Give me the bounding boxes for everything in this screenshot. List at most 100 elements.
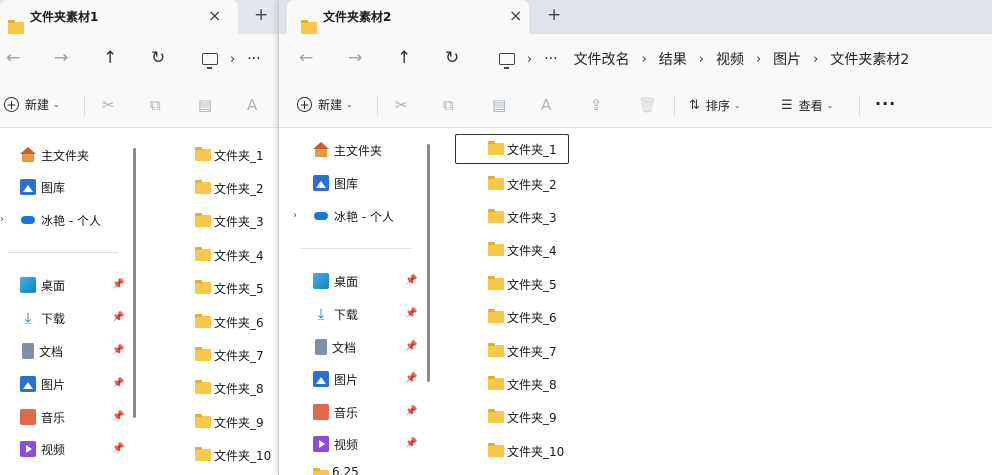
folder-item[interactable]: 文件夹_10 [488, 436, 564, 466]
sidebar-item-downloads[interactable]: ⤓ 下载 [20, 307, 65, 329]
sidebar-item-music[interactable]: 音乐 [313, 401, 358, 423]
sidebar-item-onedrive[interactable]: 冰艳 - 个人 [313, 205, 394, 227]
pin-icon[interactable]: 📌 [405, 308, 417, 319]
folder-item[interactable]: 文件夹_4 [195, 240, 264, 270]
address-bar[interactable]: › ··· [190, 42, 290, 76]
new-tab-button[interactable]: + [547, 5, 561, 25]
up-button[interactable]: ↑ [397, 49, 411, 67]
breadcrumb-overflow[interactable]: ··· [544, 51, 557, 67]
folder-item[interactable]: 文件夹_3 [488, 202, 557, 232]
rename-icon[interactable]: A [247, 97, 257, 113]
chevron-right-icon[interactable]: › [527, 52, 532, 67]
breadcrumb-picture[interactable]: 图片 [773, 49, 801, 69]
rename-icon[interactable]: A [541, 97, 551, 113]
folder-item[interactable]: 文件夹_7 [195, 340, 264, 370]
breadcrumb-video[interactable]: 视频 [716, 49, 744, 69]
address-bar[interactable]: › ··· 文件改名 › 结果 › 视频 › 图片 › 文件夹素材2 [487, 42, 992, 76]
folder-item[interactable]: 文件夹_2 [195, 173, 264, 203]
sidebar-item-videos[interactable]: 视频 [20, 438, 65, 460]
new-button[interactable]: + 新建 ⌄ [297, 96, 353, 113]
sidebar-item-documents[interactable]: 文档 [20, 340, 63, 362]
pin-icon[interactable]: 📌 [405, 373, 417, 384]
sort-button[interactable]: ⇅ 排序 ⌄ [689, 97, 741, 114]
folder-item[interactable]: 文件夹_6 [488, 302, 557, 332]
sidebar-scrollbar[interactable] [427, 144, 430, 382]
pin-icon[interactable]: 📌 [405, 438, 417, 449]
chevron-right-icon[interactable]: › [756, 52, 761, 67]
folder-item[interactable]: 文件夹_8 [195, 373, 264, 403]
sidebar-item-onedrive[interactable]: 冰艳 - 个人 [20, 209, 101, 231]
sidebar-item-music[interactable]: 音乐 [20, 406, 65, 428]
sidebar-item-desktop[interactable]: 桌面 [313, 270, 358, 292]
sidebar-item-desktop[interactable]: 桌面 [20, 274, 65, 296]
forward-button[interactable]: → [54, 49, 68, 67]
sidebar-scrollbar[interactable] [133, 148, 136, 418]
folder-item[interactable]: 文件夹_4 [488, 235, 557, 265]
sidebar-item-documents[interactable]: 文档 [313, 336, 356, 358]
folder-item[interactable]: 文件夹_1 [195, 140, 264, 170]
sidebar-item-pictures[interactable]: 图片 [313, 368, 358, 390]
close-tab-button[interactable]: × [509, 6, 522, 25]
copy-icon[interactable]: ⧉ [150, 97, 161, 113]
tab-folder-2[interactable]: 文件夹素材2 × [287, 0, 529, 34]
breadcrumb-rename[interactable]: 文件改名 [574, 49, 630, 69]
cut-icon[interactable]: ✂ [102, 97, 115, 113]
new-tab-button[interactable]: + [254, 5, 268, 25]
breadcrumb-current[interactable]: 文件夹素材2 [830, 49, 909, 69]
folder-item[interactable]: 文件夹_9 [195, 407, 264, 437]
sidebar-item-gallery[interactable]: 图库 [20, 176, 65, 198]
breadcrumb-result[interactable]: 结果 [659, 49, 687, 69]
more-options-button[interactable]: ··· [875, 94, 896, 113]
pin-icon[interactable]: 📌 [112, 345, 124, 356]
expand-chevron-icon[interactable]: › [0, 214, 4, 225]
back-button[interactable]: ← [299, 49, 313, 67]
share-icon[interactable]: ⇪ [590, 97, 603, 113]
close-tab-button[interactable]: × [208, 6, 221, 25]
folder-item[interactable]: 文件夹_6 [195, 307, 264, 337]
pin-icon[interactable]: 📌 [112, 411, 124, 422]
view-button[interactable]: ☰ 查看 ⌄ [781, 97, 833, 114]
expand-chevron-icon[interactable]: › [293, 210, 297, 221]
pin-icon[interactable]: 📌 [112, 312, 124, 323]
pin-icon[interactable]: 📌 [112, 378, 124, 389]
folder-item-selected[interactable]: 文件夹_1 [455, 134, 569, 164]
folder-item[interactable]: 文件夹_2 [488, 169, 557, 199]
sidebar-item-home[interactable]: 主文件夹 [20, 144, 89, 166]
sidebar-item-pictures[interactable]: 图片 [20, 373, 65, 395]
pin-icon[interactable]: 📌 [405, 275, 417, 286]
up-button[interactable]: ↑ [103, 49, 117, 67]
chevron-right-icon[interactable]: › [642, 52, 647, 67]
folder-item[interactable]: 文件夹_5 [195, 273, 264, 303]
folder-item[interactable]: 文件夹_5 [488, 269, 557, 299]
paste-icon[interactable]: ▤ [492, 97, 506, 113]
cut-icon[interactable]: ✂ [395, 97, 408, 113]
pin-icon[interactable]: 📌 [112, 443, 124, 454]
folder-name: 文件夹_5 [507, 277, 557, 292]
pin-icon[interactable]: 📌 [405, 341, 417, 352]
paste-icon[interactable]: ▤ [198, 97, 212, 113]
pin-icon[interactable]: 📌 [405, 406, 417, 417]
copy-icon[interactable]: ⧉ [443, 97, 454, 113]
folder-item[interactable]: 文件夹_7 [488, 336, 557, 366]
folder-item[interactable]: 文件夹_8 [488, 369, 557, 399]
folder-item[interactable]: 文件夹_3 [195, 206, 264, 236]
chevron-right-icon[interactable]: › [813, 52, 818, 67]
refresh-button[interactable]: ↻ [151, 49, 165, 67]
folder-item[interactable]: 文件夹_10 [195, 440, 271, 470]
sidebar-item-partial[interactable]: 6.25 [313, 464, 359, 475]
refresh-button[interactable]: ↻ [445, 49, 459, 67]
sidebar-item-gallery[interactable]: 图库 [313, 172, 358, 194]
back-button[interactable]: ← [6, 49, 20, 67]
new-button[interactable]: + 新建 ⌄ [4, 96, 60, 113]
chevron-right-icon[interactable]: › [230, 52, 235, 67]
folder-item[interactable]: 文件夹_9 [488, 402, 557, 432]
tab-folder-1[interactable]: 文件夹素材1 × [0, 0, 238, 34]
pin-icon[interactable]: 📌 [112, 279, 124, 290]
sidebar-item-home[interactable]: 主文件夹 [313, 139, 382, 161]
sidebar-item-videos[interactable]: 视频 [313, 433, 358, 455]
sidebar-item-downloads[interactable]: ⤓ 下载 [313, 303, 358, 325]
chevron-right-icon[interactable]: › [699, 52, 704, 67]
forward-button[interactable]: → [348, 49, 362, 67]
breadcrumb-overflow[interactable]: ··· [247, 51, 260, 67]
delete-icon[interactable]: 🗑 [638, 97, 657, 113]
